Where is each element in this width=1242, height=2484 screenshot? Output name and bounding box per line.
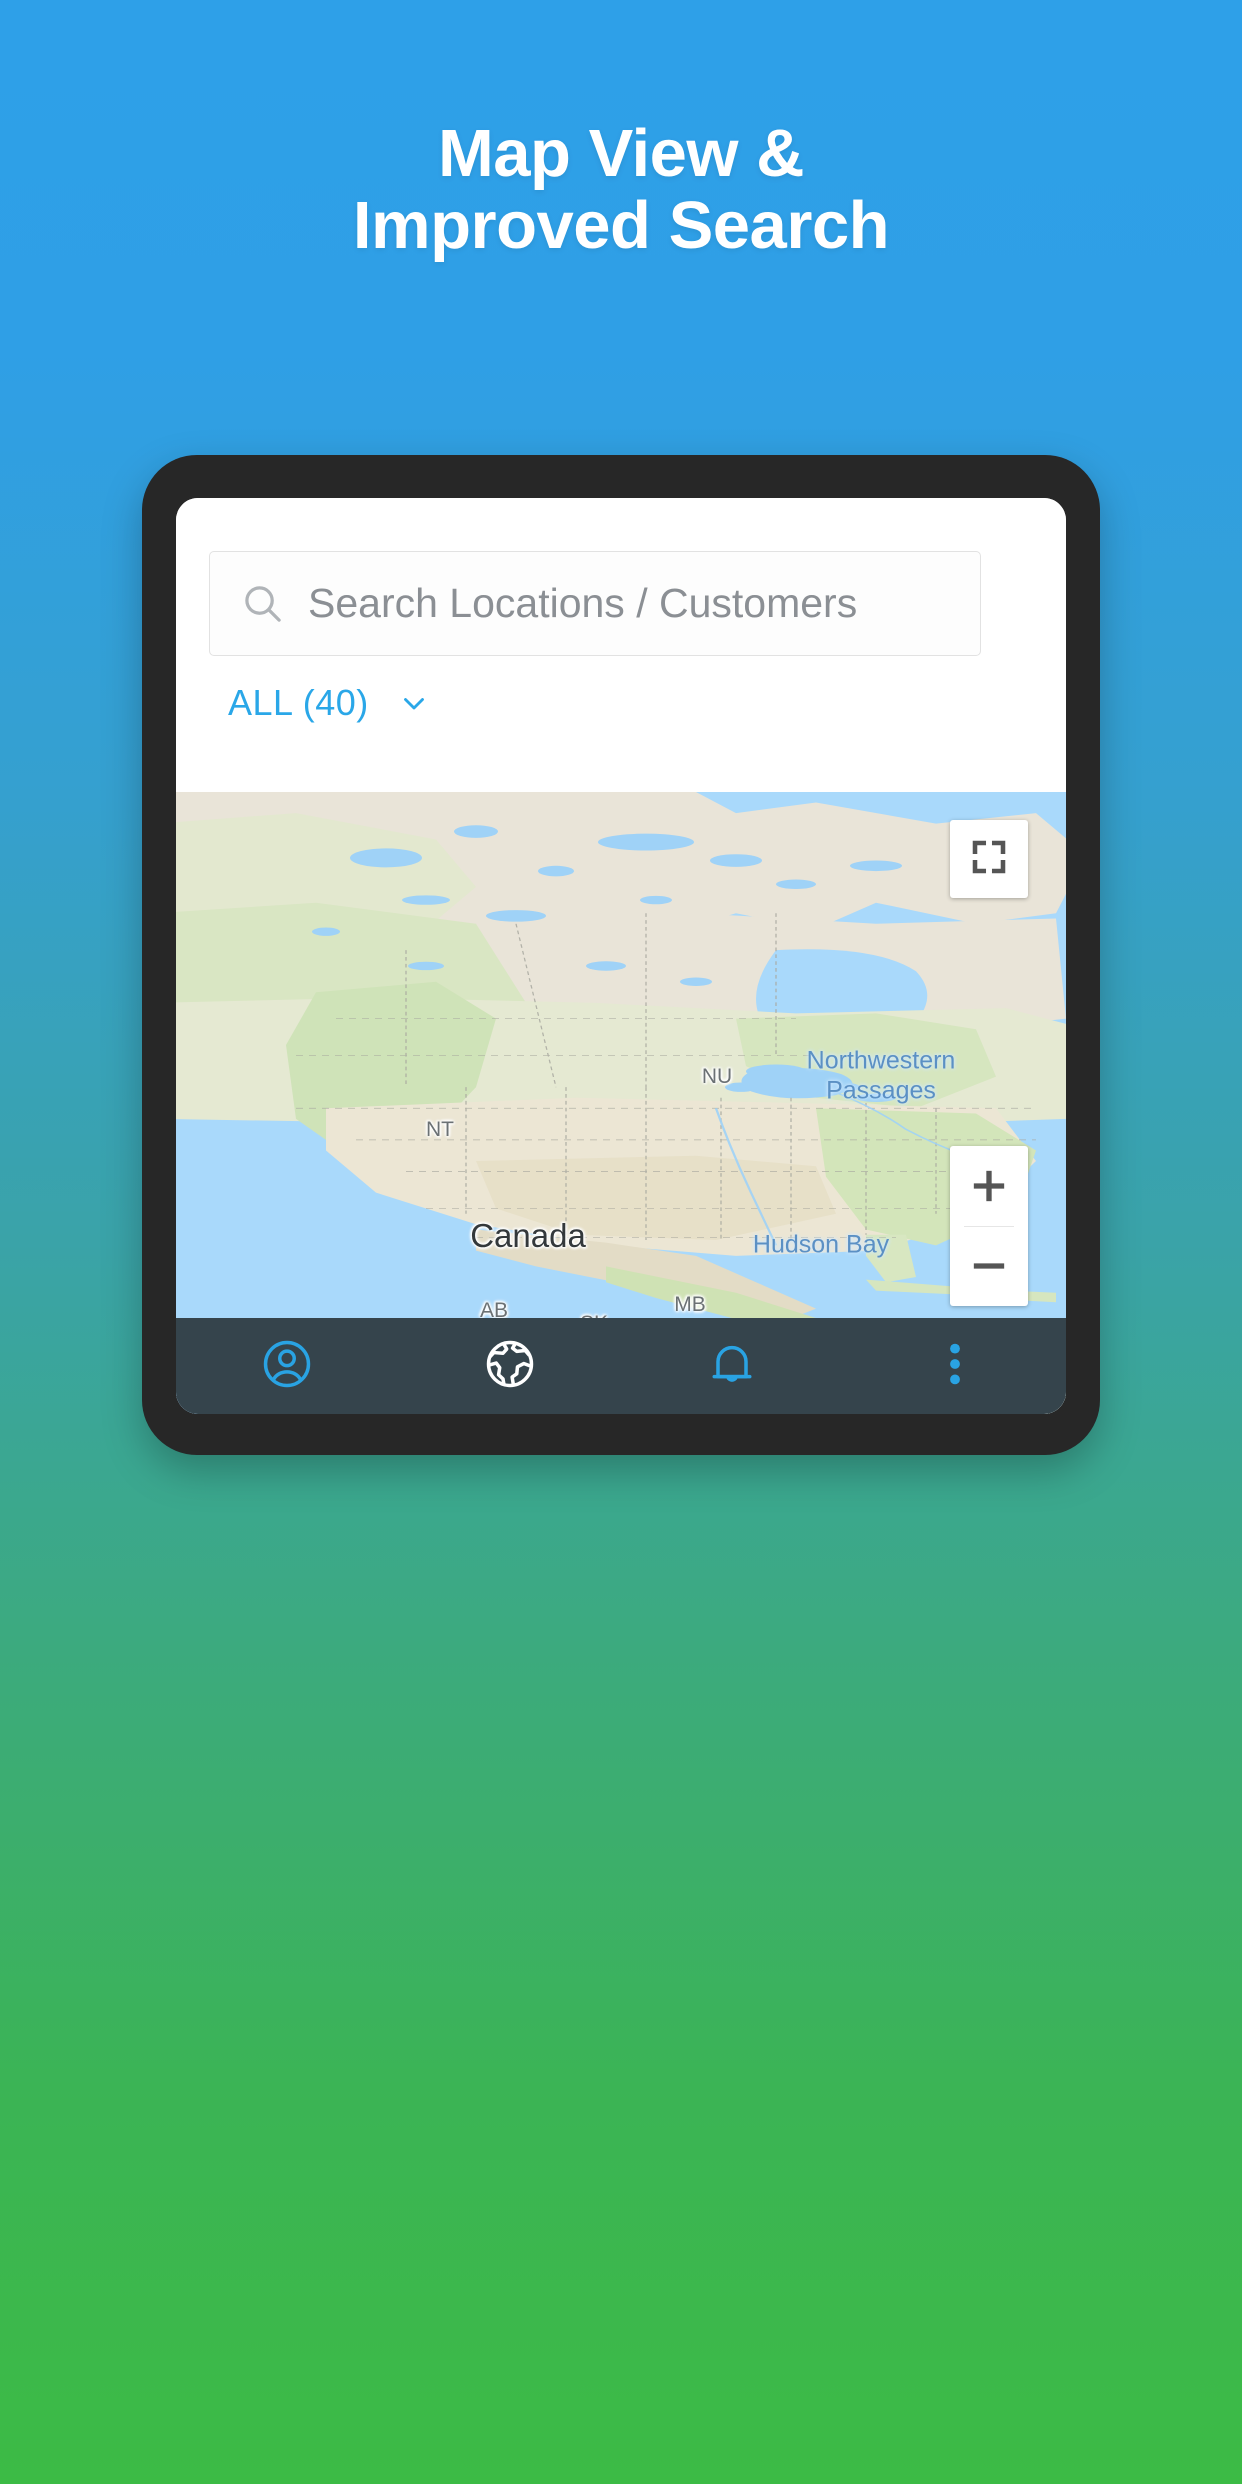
phone-screen: Search Locations / Customers ALL (40) NU… — [176, 498, 1066, 1414]
search-header: Search Locations / Customers ALL (40) — [176, 498, 1066, 792]
bell-icon — [704, 1336, 760, 1397]
search-placeholder: Search Locations / Customers — [308, 580, 858, 626]
zoom-in-button[interactable] — [950, 1146, 1028, 1226]
promo-headline-line2: Improved Search — [352, 187, 890, 263]
nav-item-profile[interactable] — [176, 1318, 399, 1414]
search-icon — [240, 581, 286, 627]
fullscreen-icon — [968, 836, 1010, 883]
promo-headline: Map View & Improved Search — [0, 118, 1242, 261]
zoom-controls[interactable] — [950, 1146, 1028, 1306]
more-vertical-icon — [927, 1336, 983, 1397]
promo-headline-line1: Map View & — [437, 116, 805, 191]
zoom-out-button[interactable] — [950, 1227, 1028, 1307]
phone-mockup: Search Locations / Customers ALL (40) NU… — [142, 455, 1100, 1455]
filter-dropdown[interactable]: ALL (40) — [228, 682, 431, 724]
bottom-navigation — [176, 1318, 1066, 1414]
plus-icon — [973, 1170, 1005, 1201]
person-circle-icon — [259, 1336, 315, 1397]
minus-icon — [973, 1263, 1005, 1269]
chevron-down-icon — [397, 686, 431, 720]
nav-item-more[interactable] — [844, 1318, 1067, 1414]
fullscreen-button[interactable] — [950, 820, 1028, 898]
globe-icon — [482, 1336, 538, 1397]
nav-item-map[interactable] — [399, 1318, 622, 1414]
search-input[interactable]: Search Locations / Customers — [209, 551, 981, 656]
filter-label: ALL (40) — [228, 682, 369, 723]
nav-item-notifications[interactable] — [621, 1318, 844, 1414]
